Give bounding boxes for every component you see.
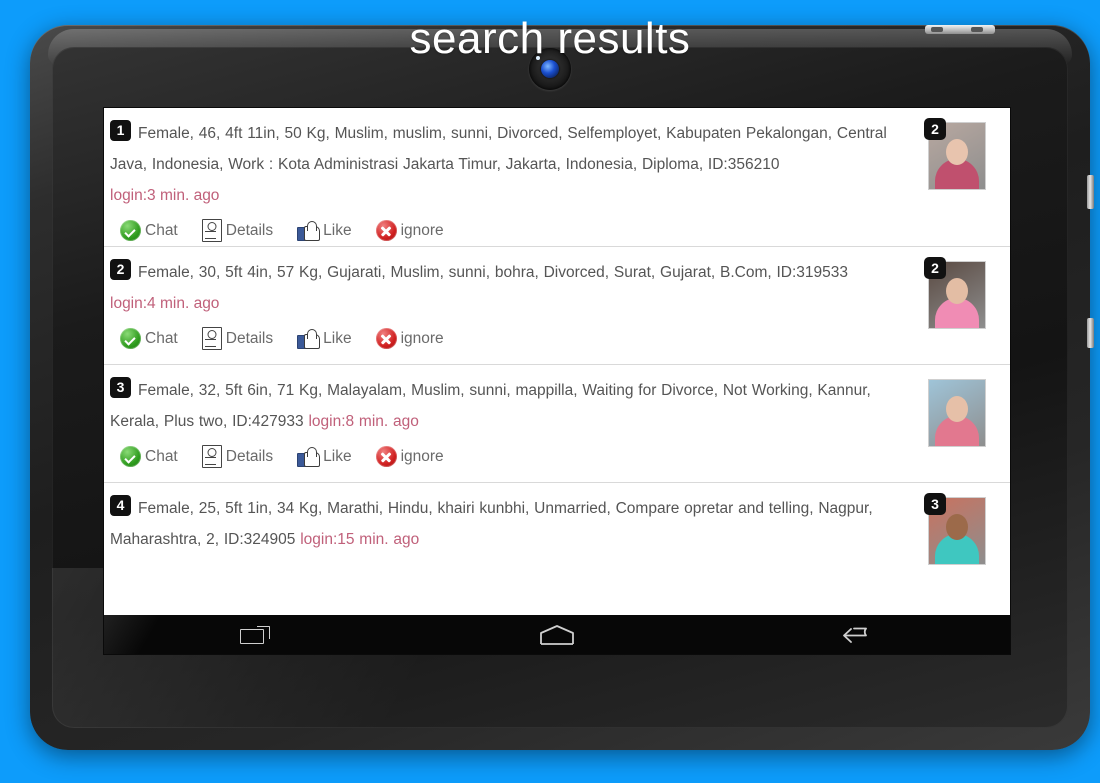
page-title: search results — [409, 14, 691, 63]
profile-thumbnail-wrapper[interactable]: 2 — [924, 257, 986, 329]
profile-thumbnail-wrapper[interactable]: 2 — [924, 118, 986, 190]
like-label: Like — [323, 221, 352, 239]
like-label: Like — [323, 447, 352, 465]
details-action[interactable]: Details — [201, 327, 274, 350]
photo-count-badge: 3 — [924, 493, 946, 515]
like-action[interactable]: Like — [297, 446, 352, 467]
ignore-action[interactable]: ignore — [375, 328, 444, 349]
details-label: Details — [225, 221, 274, 239]
chat-label: Chat — [145, 329, 178, 347]
ignore-label: ignore — [400, 221, 444, 239]
chat-label: Chat — [145, 447, 178, 465]
result-row[interactable]: 3 4 Female, 25, 5ft 1in, 34 Kg, Marathi, … — [104, 483, 1010, 575]
result-row[interactable]: 3 Female, 32, 5ft 6in, 71 Kg, Malayalam, … — [104, 365, 1010, 483]
details-action[interactable]: Details — [201, 445, 274, 468]
screenshot-stage: search results 2 1 Female, 46, 4ft 11in, … — [0, 0, 1100, 783]
chat-action[interactable]: Chat — [120, 220, 178, 241]
android-navigation-bar — [104, 615, 1010, 654]
nav-recents-button[interactable] — [195, 615, 315, 654]
nav-back-button[interactable] — [799, 615, 919, 654]
navbar-highlight — [104, 615, 164, 654]
result-detail-text: Female, 30, 5ft 4in, 57 Kg, Gujarati, Mu… — [138, 264, 848, 281]
ignore-action[interactable]: ignore — [375, 220, 444, 241]
details-icon — [201, 219, 222, 242]
result-detail-text: Female, 32, 5ft 6in, 71 Kg, Malayalam, M… — [110, 382, 871, 430]
details-label: Details — [225, 447, 274, 465]
search-results-list: 2 1 Female, 46, 4ft 11in, 50 Kg, Muslim, … — [104, 108, 1010, 615]
details-label: Details — [225, 329, 274, 347]
result-detail-text: Female, 46, 4ft 11in, 50 Kg, Muslim, mus… — [110, 125, 887, 173]
chat-icon — [120, 446, 141, 467]
ignore-label: ignore — [400, 329, 444, 347]
like-label: Like — [323, 329, 352, 347]
volume-button-up[interactable] — [1087, 175, 1094, 209]
result-index-badge: 1 — [110, 120, 131, 141]
result-detail-text: Female, 25, 5ft 1in, 34 Kg, Marathi, Hin… — [110, 500, 873, 548]
tablet-screen: 2 1 Female, 46, 4ft 11in, 50 Kg, Muslim, … — [104, 108, 1010, 654]
back-icon — [842, 625, 876, 645]
result-index-badge: 2 — [110, 259, 131, 280]
photo-count-badge: 2 — [924, 118, 946, 140]
result-description: 4 Female, 25, 5ft 1in, 34 Kg, Marathi, Hi… — [110, 493, 1002, 555]
thumbs-up-icon — [297, 220, 321, 241]
result-row[interactable]: 2 1 Female, 46, 4ft 11in, 50 Kg, Muslim, … — [104, 108, 1010, 247]
profile-thumbnail-wrapper[interactable]: 3 — [924, 493, 986, 565]
result-index-badge: 4 — [110, 495, 131, 516]
volume-button-down[interactable] — [1087, 318, 1094, 348]
close-icon — [375, 328, 397, 349]
details-icon — [201, 327, 222, 350]
ignore-action[interactable]: ignore — [375, 446, 444, 467]
like-action[interactable]: Like — [297, 220, 352, 241]
result-actions: Chat Details Like ignore — [110, 445, 1002, 468]
thumbs-up-icon — [297, 328, 321, 349]
profile-thumbnail-wrapper[interactable] — [928, 379, 986, 447]
photo-count-badge: 2 — [924, 257, 946, 279]
like-action[interactable]: Like — [297, 328, 352, 349]
avatar[interactable] — [928, 379, 986, 447]
result-actions: Chat Details Like ignore — [110, 219, 1002, 242]
chat-action[interactable]: Chat — [120, 328, 178, 349]
last-login-text: login:4 min. ago — [110, 295, 220, 312]
close-icon — [375, 220, 397, 241]
chat-icon — [120, 220, 141, 241]
thumbs-up-icon — [297, 446, 321, 467]
recents-icon — [240, 625, 270, 644]
ignore-label: ignore — [400, 447, 444, 465]
result-description: 3 Female, 32, 5ft 6in, 71 Kg, Malayalam, … — [110, 375, 1002, 437]
details-action[interactable]: Details — [201, 219, 274, 242]
chat-action[interactable]: Chat — [120, 446, 178, 467]
result-description: 2 Female, 30, 5ft 4in, 57 Kg, Gujarati, M… — [110, 257, 1002, 288]
home-icon — [540, 624, 574, 645]
last-login-text: login:8 min. ago — [308, 413, 419, 430]
nav-home-button[interactable] — [497, 615, 617, 654]
chat-label: Chat — [145, 221, 178, 239]
result-row[interactable]: 2 2 Female, 30, 5ft 4in, 57 Kg, Gujarati,… — [104, 247, 1010, 365]
details-icon — [201, 445, 222, 468]
chat-icon — [120, 328, 141, 349]
result-description: 1 Female, 46, 4ft 11in, 50 Kg, Muslim, mu… — [110, 118, 1002, 180]
last-login-text: login:15 min. ago — [300, 531, 420, 548]
result-actions: Chat Details Like ignore — [110, 327, 1002, 350]
close-icon — [375, 446, 397, 467]
last-login-text: login:3 min. ago — [110, 187, 220, 204]
result-index-badge: 3 — [110, 377, 131, 398]
